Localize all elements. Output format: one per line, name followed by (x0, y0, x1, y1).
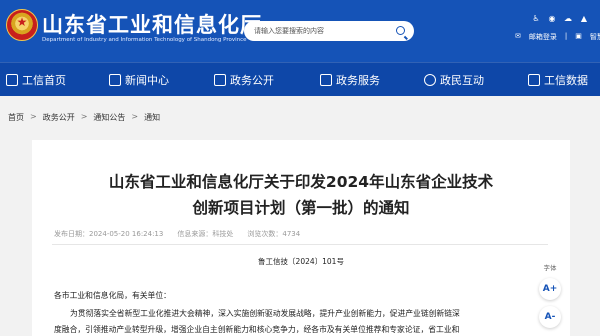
article-title-line1: 山东省工业和信息化厅关于印发2024年山东省企业技术 (108, 173, 494, 191)
accessibility-icon[interactable]: ♿ (531, 14, 541, 23)
nav-item-services[interactable]: 政务服务 (320, 71, 380, 89)
site-header: 山东省工业和信息化厅 Department of Industry and In… (0, 0, 600, 62)
divider: | (564, 32, 568, 40)
nav-item-label: 政务公开 (230, 74, 274, 87)
font-size-tools: 字体 A+ A- (538, 262, 562, 328)
nav-item-public-affairs[interactable]: 政务公开 (214, 71, 274, 89)
weibo-icon[interactable]: ◉ (547, 14, 557, 23)
mail-icon: ✉ (515, 32, 521, 40)
article-meta: 发布日期：2024-05-20 16:24:13 信息来源：科技处 浏览次数：4… (54, 229, 300, 239)
divider (52, 244, 548, 245)
wechat-icon[interactable]: ☁ (563, 14, 573, 23)
national-emblem-icon (6, 9, 38, 41)
nav-item-label: 政民互动 (440, 74, 484, 87)
nav-item-label: 新闻中心 (125, 74, 169, 87)
search-box (244, 21, 414, 41)
document-number: 鲁工信技〔2024〕101号 (258, 257, 344, 266)
breadcrumb: 首页 > 政务公开 > 通知公告 > 通知 (8, 112, 160, 123)
body-paragraph-line2: 度融合，引领推动产业转型升级，增强企业自主创新能力和核心竞争力，经各市及有关单位… (54, 325, 460, 334)
public-affairs-icon (214, 74, 226, 86)
breadcrumb-separator: > (80, 112, 88, 121)
info-source: 信息来源：科技处 (177, 230, 234, 238)
header-icon-row: ♿ ◉ ☁ ▲ (531, 14, 589, 23)
body-paragraph-line1: 为贯彻落实全省新型工业化推进大会精神，深入实施创新驱动发展战略，提升产业创新能力… (70, 309, 460, 318)
mail-login-link[interactable]: 邮箱登录 (529, 32, 557, 42)
news-icon (109, 74, 121, 86)
smart-office-link[interactable]: 智慧办公 (590, 32, 600, 42)
header-links: ✉ 邮箱登录 | ▣ 智慧办公 (515, 32, 600, 42)
breadcrumb-home[interactable]: 首页 (8, 112, 24, 123)
breadcrumb-announcements[interactable]: 通知公告 (93, 112, 125, 123)
home-icon (6, 74, 18, 86)
main-nav: 工信首页 新闻中心 政务公开 政务服务 政民互动 工信数据 (0, 62, 600, 96)
breadcrumb-separator: > (30, 112, 37, 121)
nav-item-data[interactable]: 工信数据 (528, 71, 588, 89)
site-subtitle: Department of Industry and Information T… (42, 37, 247, 43)
search-icon[interactable] (396, 26, 405, 35)
article-card: 山东省工业和信息化厅关于印发2024年山东省企业技术 创新项目计划（第一批）的通… (32, 140, 570, 336)
font-increase-button[interactable]: A+ (539, 278, 561, 300)
office-icon: ▣ (575, 32, 582, 40)
breadcrumb-public-affairs[interactable]: 政务公开 (43, 112, 75, 123)
services-icon (320, 74, 332, 86)
article-title-line2: 创新项目计划（第一批）的通知 (192, 199, 410, 217)
nav-item-label: 工信数据 (544, 74, 588, 87)
nav-item-interaction[interactable]: 政民互动 (424, 71, 484, 89)
notification-icon[interactable]: ▲ (579, 14, 589, 23)
nav-item-label: 工信首页 (22, 74, 66, 87)
nav-item-label: 政务服务 (336, 74, 380, 87)
breadcrumb-separator: > (131, 112, 139, 121)
data-icon (528, 74, 540, 86)
salutation: 各市工业和信息化局，有关单位： (54, 291, 171, 300)
nav-item-news[interactable]: 新闻中心 (109, 71, 169, 89)
view-count: 浏览次数：4734 (247, 230, 301, 238)
font-tools-label: 字体 (543, 264, 557, 272)
breadcrumb-notice[interactable]: 通知 (144, 112, 160, 123)
site-title[interactable]: 山东省工业和信息化厅 (42, 9, 262, 39)
font-decrease-button[interactable]: A- (539, 306, 561, 328)
search-input[interactable] (254, 25, 384, 37)
interaction-icon (424, 74, 436, 86)
publish-date: 发布日期：2024-05-20 16:24:13 (54, 230, 164, 238)
nav-item-home[interactable]: 工信首页 (6, 71, 66, 89)
